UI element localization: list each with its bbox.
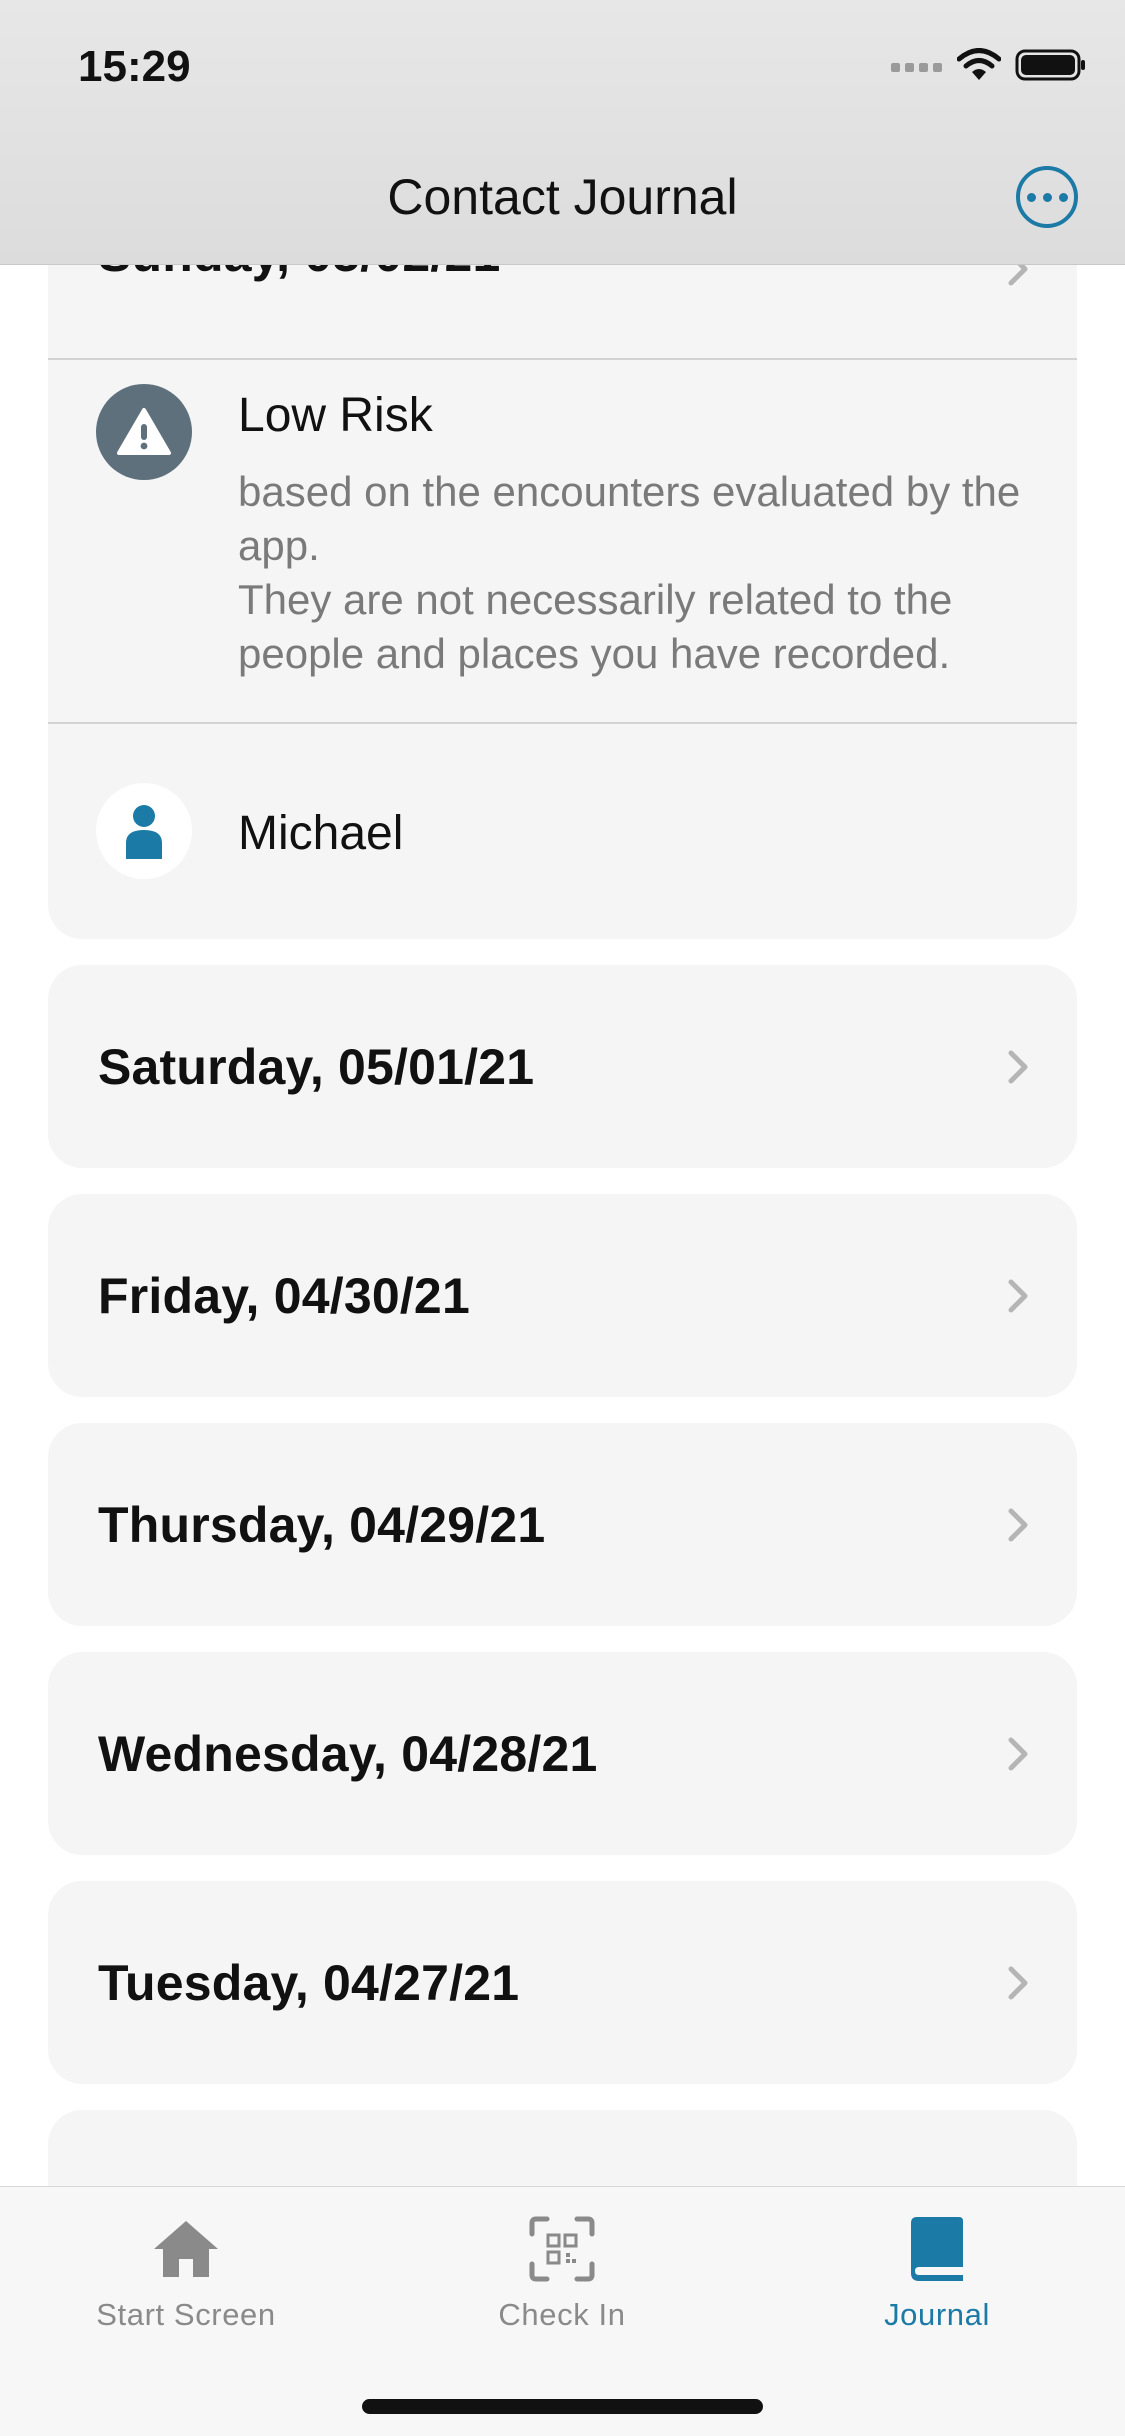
ellipsis-circle-icon (1026, 192, 1036, 202)
day-title: Thursday, 04/29/21 (98, 1496, 546, 1553)
day-title: Wednesday, 04/28/21 (98, 1725, 598, 1782)
day-card[interactable]: Thursday, 04/29/21 (48, 1423, 1077, 1626)
day-title: Friday, 04/30/21 (98, 1267, 470, 1324)
risk-description-line1: based on the encounters evaluated by the… (238, 468, 1021, 569)
chevron-right-icon (1003, 1508, 1033, 1541)
status-icons (891, 48, 1087, 82)
day-card-expanded: Sunday, 05/02/21 Low Risk based on the e… (48, 200, 1077, 939)
tab-label: Check In (498, 2297, 626, 2332)
home-indicator (362, 2399, 763, 2414)
day-card[interactable]: Tuesday, 04/27/21 (48, 1881, 1077, 2084)
risk-level-label: Low Risk (238, 389, 433, 442)
chevron-right-icon (1003, 1050, 1033, 1083)
tab-journal[interactable]: Journal (787, 2213, 1087, 2333)
book-icon (787, 2213, 1087, 2285)
navigation-bar: 15:29 Contact Journal (0, 0, 1125, 265)
tab-check-in[interactable]: Check In (412, 2213, 712, 2333)
person-entry-michael[interactable]: Michael (48, 724, 1077, 939)
house-icon (36, 2213, 336, 2285)
day-title: Saturday, 05/01/21 (98, 1038, 535, 1095)
day-card[interactable]: Friday, 04/30/21 (48, 1194, 1077, 1397)
journal-list[interactable]: Sunday, 05/02/21 Low Risk based on the e… (0, 0, 1125, 2436)
wifi-icon (957, 48, 1001, 80)
person-icon (96, 783, 192, 879)
status-time: 15:29 (78, 42, 191, 91)
person-name: Michael (238, 807, 404, 860)
risk-row: Low Risk based on the encounters evaluat… (48, 360, 1077, 722)
chevron-right-icon (1003, 1966, 1033, 1999)
risk-description: based on the encounters evaluated by the… (238, 465, 1048, 681)
tab-label: Start Screen (96, 2297, 276, 2332)
chevron-right-icon (1003, 1737, 1033, 1770)
page-title: Contact Journal (387, 169, 738, 225)
more-options-button[interactable] (1016, 166, 1078, 228)
day-card[interactable]: Saturday, 05/01/21 (48, 965, 1077, 1168)
day-card[interactable]: Wednesday, 04/28/21 (48, 1652, 1077, 1855)
tab-label: Journal (884, 2297, 990, 2332)
chevron-right-icon (1003, 1279, 1033, 1312)
qr-code-scanner-icon (412, 2213, 712, 2285)
tab-start-screen[interactable]: Start Screen (36, 2213, 336, 2333)
battery-icon (1015, 49, 1085, 81)
cellular-signal-icon (891, 63, 942, 72)
warning-triangle-icon (96, 384, 192, 480)
risk-description-line2: They are not necessarily related to the … (238, 576, 953, 677)
day-title: Tuesday, 04/27/21 (98, 1954, 520, 2011)
